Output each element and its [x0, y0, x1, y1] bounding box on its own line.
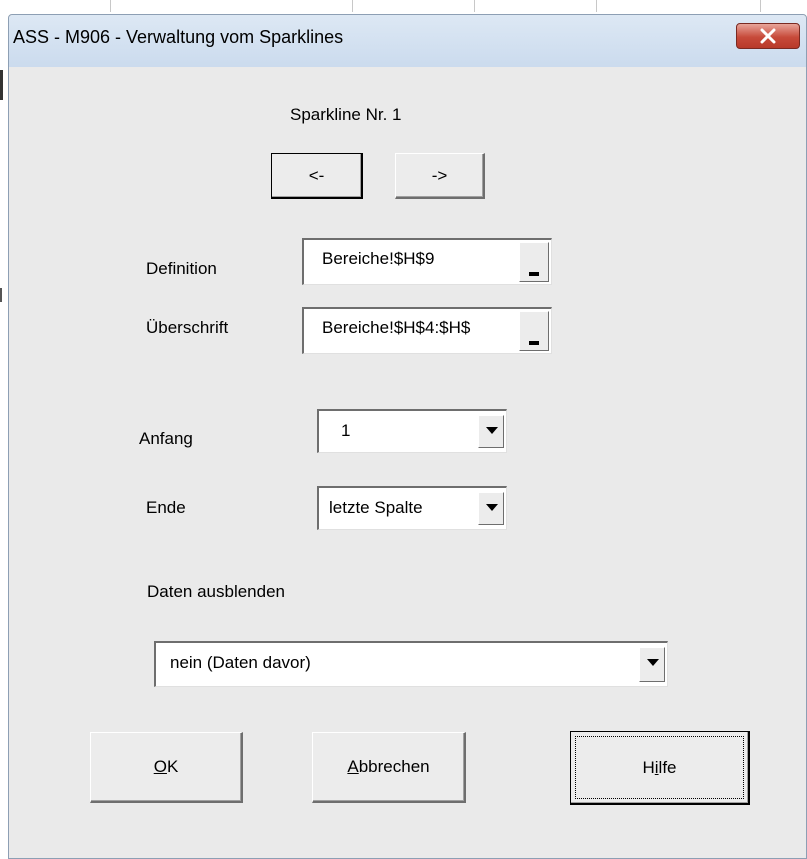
previous-button[interactable]: <- [271, 153, 363, 199]
ok-label: OK [153, 757, 179, 776]
previous-label: <- [308, 165, 325, 185]
ende-dropdown-button[interactable] [478, 492, 504, 525]
ende-select[interactable]: letzte Spalte [317, 486, 507, 530]
help-label: Hilfe [642, 757, 677, 777]
title-bar[interactable]: ASS - M906 - Verwaltung vom Sparklines [9, 15, 806, 67]
gridline [110, 0, 111, 12]
close-icon [760, 28, 776, 44]
gridline [596, 0, 597, 12]
dialog-window: ASS - M906 - Verwaltung vom Sparklines S… [8, 14, 807, 859]
gridline [474, 0, 475, 12]
anfang-value: 1 [341, 421, 351, 440]
dialog-body: Sparkline Nr. 1 <- -> Definition Bereich… [9, 67, 806, 858]
ende-label: Ende [146, 498, 186, 517]
gridline [352, 0, 353, 12]
definition-label: Definition [146, 259, 217, 278]
daten-ausblenden-label: Daten ausblenden [147, 582, 286, 601]
anfang-select[interactable]: 1 [317, 409, 507, 453]
ende-value: letzte Spalte [329, 498, 423, 517]
window-title: ASS - M906 - Verwaltung vom Sparklines [13, 27, 344, 47]
daten-ausblenden-dropdown-button[interactable] [639, 647, 665, 682]
gridline [760, 0, 761, 12]
help-button[interactable]: Hilfe [570, 731, 750, 805]
ueberschrift-label: Überschrift [146, 318, 229, 337]
definition-field[interactable]: Bereiche!$H$9 [302, 238, 552, 285]
ueberschrift-field[interactable]: Bereiche!$H$4:$H$ [302, 307, 552, 354]
daten-ausblenden-value: nein (Daten davor) [170, 653, 311, 672]
background-mark [0, 288, 2, 302]
anfang-dropdown-button[interactable] [478, 415, 504, 448]
next-label: -> [431, 165, 448, 185]
definition-ref-button[interactable] [519, 242, 549, 282]
close-button[interactable] [736, 23, 800, 49]
ueberschrift-value: Bereiche!$H$4:$H$ [322, 318, 471, 337]
definition-value: Bereiche!$H$9 [322, 249, 435, 268]
next-button[interactable]: -> [395, 153, 485, 199]
cancel-button[interactable]: Abbrechen [312, 732, 466, 803]
ueberschrift-ref-button[interactable] [519, 311, 549, 351]
ok-button[interactable]: OK [90, 732, 243, 803]
background-mark [0, 70, 3, 100]
sparkline-number-label: Sparkline Nr. 1 [290, 105, 402, 124]
cancel-label: Abbrechen [347, 757, 430, 776]
daten-ausblenden-select[interactable]: nein (Daten davor) [154, 641, 668, 687]
anfang-label: Anfang [139, 429, 193, 448]
